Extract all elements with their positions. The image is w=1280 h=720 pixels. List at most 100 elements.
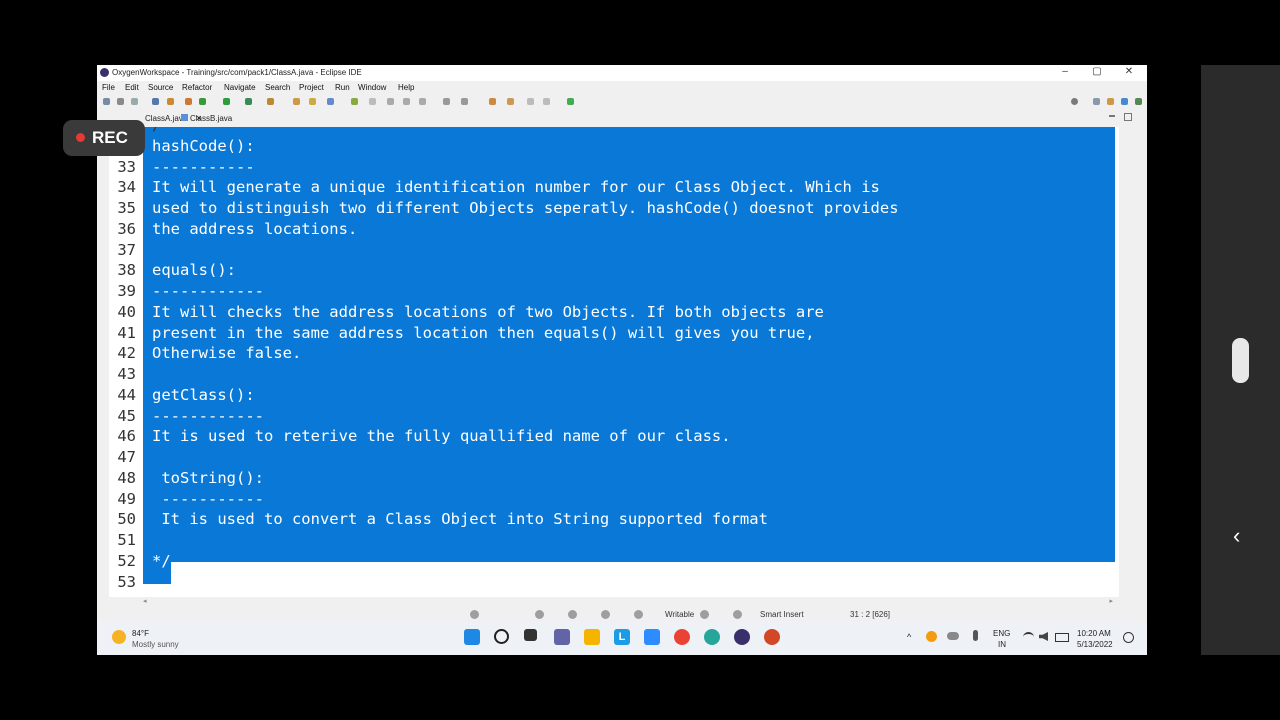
start-icon[interactable] [464, 629, 480, 645]
weather-temp[interactable]: 84°F [132, 629, 149, 638]
java-ee-perspective-icon[interactable] [1107, 98, 1114, 105]
code-line[interactable]: 51 [109, 530, 1119, 551]
menu-project[interactable]: Project [299, 83, 324, 92]
code-line[interactable]: 33 ----------- [109, 157, 1119, 178]
code-line[interactable]: 35 used to distinguish two different Obje… [109, 198, 1119, 219]
chrome-icon[interactable] [674, 629, 690, 645]
cloud-icon[interactable] [947, 632, 959, 640]
code-editor[interactable]: 31/*32hashCode():33 ----------- 34 It will … [109, 127, 1119, 597]
code-line[interactable]: 31/* [109, 127, 1119, 136]
scroll-left-icon[interactable]: ◂ [143, 597, 147, 605]
minimize-editor-icon[interactable] [1109, 115, 1115, 117]
block-selection-icon[interactable] [403, 98, 410, 105]
chevron-left-icon[interactable]: ‹ [1233, 523, 1240, 549]
menu-navigate[interactable]: Navigate [224, 83, 256, 92]
maximize-button[interactable]: ▢ [1087, 66, 1107, 77]
code-line[interactable]: 47 [109, 447, 1119, 468]
new-class-icon[interactable] [309, 98, 316, 105]
menu-window[interactable]: Window [358, 83, 386, 92]
code-line[interactable]: 40 It will checks the address locations o… [109, 302, 1119, 323]
forward-icon[interactable] [527, 98, 534, 105]
task-view-icon[interactable] [524, 629, 537, 641]
last-edit-location-icon[interactable] [489, 98, 496, 105]
java-perspective-icon[interactable] [1121, 98, 1128, 105]
zoom-icon[interactable] [644, 629, 660, 645]
code-line[interactable]: 39 ------------ [109, 281, 1119, 302]
menu-edit[interactable]: Edit [125, 83, 139, 92]
run-icon[interactable] [223, 98, 230, 105]
menu-source[interactable]: Source [148, 83, 173, 92]
back-icon[interactable] [507, 98, 514, 105]
code-line[interactable]: 38 equals(): [109, 260, 1119, 281]
mark-occurrences-icon[interactable] [369, 98, 376, 105]
pin-editor-icon[interactable] [543, 98, 550, 105]
teams-icon[interactable] [554, 629, 570, 645]
debug-skip-icon[interactable] [167, 98, 174, 105]
clock-date[interactable]: 5/13/2022 [1077, 640, 1113, 649]
side-handle[interactable] [1232, 338, 1249, 383]
minimize-button[interactable]: – [1055, 66, 1075, 77]
eclipse-icon[interactable] [734, 629, 750, 645]
word-wrap-icon[interactable] [387, 98, 394, 105]
notifications-icon[interactable] [1123, 632, 1134, 643]
menu-help[interactable]: Help [398, 83, 414, 92]
coverage-icon[interactable] [245, 98, 252, 105]
new-icon[interactable] [103, 98, 110, 105]
microphone-icon[interactable] [973, 630, 978, 641]
next-annotation-icon[interactable] [443, 98, 450, 105]
new-package-icon[interactable] [293, 98, 300, 105]
language[interactable]: ENG [993, 629, 1010, 638]
perspective-icon[interactable] [1093, 98, 1100, 105]
volume-icon[interactable] [1039, 632, 1048, 641]
code-line[interactable]: 32hashCode(): [109, 136, 1119, 157]
search-icon[interactable] [1071, 98, 1078, 105]
battery-icon[interactable] [1055, 633, 1069, 642]
build-icon[interactable] [185, 98, 192, 105]
scroll-right-icon[interactable]: ▸ [1109, 597, 1113, 605]
code-line[interactable]: 44 getClass(): [109, 385, 1119, 406]
debug-icon[interactable] [199, 98, 206, 105]
tab-classb[interactable]: ClassB.java [181, 114, 232, 123]
code-line[interactable]: 46 It is used to reterive the fully quall… [109, 426, 1119, 447]
code-line[interactable]: 37 [109, 240, 1119, 261]
sync-icon[interactable] [926, 631, 937, 642]
open-perspective-icon[interactable] [567, 98, 574, 105]
print-icon[interactable] [131, 98, 138, 105]
close-button[interactable]: ✕ [1119, 66, 1139, 77]
annotation-icon[interactable] [351, 98, 358, 105]
code-line[interactable]: 36 the address locations. [109, 219, 1119, 240]
external-tools-icon[interactable] [267, 98, 274, 105]
menu-file[interactable]: File [102, 83, 115, 92]
code-line[interactable]: 53 [109, 572, 1119, 593]
maximize-editor-icon[interactable] [1124, 113, 1132, 121]
menu-run[interactable]: Run [335, 83, 350, 92]
code-line[interactable]: 45 ------------ [109, 406, 1119, 427]
code-line[interactable]: 48 toString(): [109, 468, 1119, 489]
region[interactable]: IN [998, 640, 1006, 649]
wifi-icon[interactable] [1023, 632, 1034, 642]
search-icon[interactable] [494, 629, 509, 644]
edge-icon[interactable] [704, 629, 720, 645]
sun-icon[interactable] [112, 630, 126, 644]
open-type-icon[interactable] [327, 98, 334, 105]
terminal-icon[interactable] [152, 98, 159, 105]
prev-annotation-icon[interactable] [461, 98, 468, 105]
weather-desc[interactable]: Mostly sunny [132, 640, 179, 649]
code-line[interactable]: 41 present in the same address location t… [109, 323, 1119, 344]
menu-refactor[interactable]: Refactor [182, 83, 212, 92]
debug-perspective-icon[interactable] [1135, 98, 1142, 105]
code-line[interactable]: 50 It is used to convert a Class Object … [109, 509, 1119, 530]
save-icon[interactable] [117, 98, 124, 105]
chevron-up-icon[interactable]: ^ [907, 632, 911, 642]
clock-time[interactable]: 10:20 AM [1077, 629, 1111, 638]
horizontal-scrollbar[interactable]: ◂ ▸ [143, 597, 1113, 607]
lens-icon[interactable]: L [614, 629, 630, 645]
powerpoint-icon[interactable] [764, 629, 780, 645]
file-explorer-icon[interactable] [584, 629, 600, 645]
code-line[interactable]: 34 It will generate a unique identificati… [109, 177, 1119, 198]
code-line[interactable]: 43 [109, 364, 1119, 385]
code-line[interactable]: 42 Otherwise false. [109, 343, 1119, 364]
menu-search[interactable]: Search [265, 83, 290, 92]
show-whitespace-icon[interactable] [419, 98, 426, 105]
code-line[interactable]: 49 ----------- [109, 489, 1119, 510]
